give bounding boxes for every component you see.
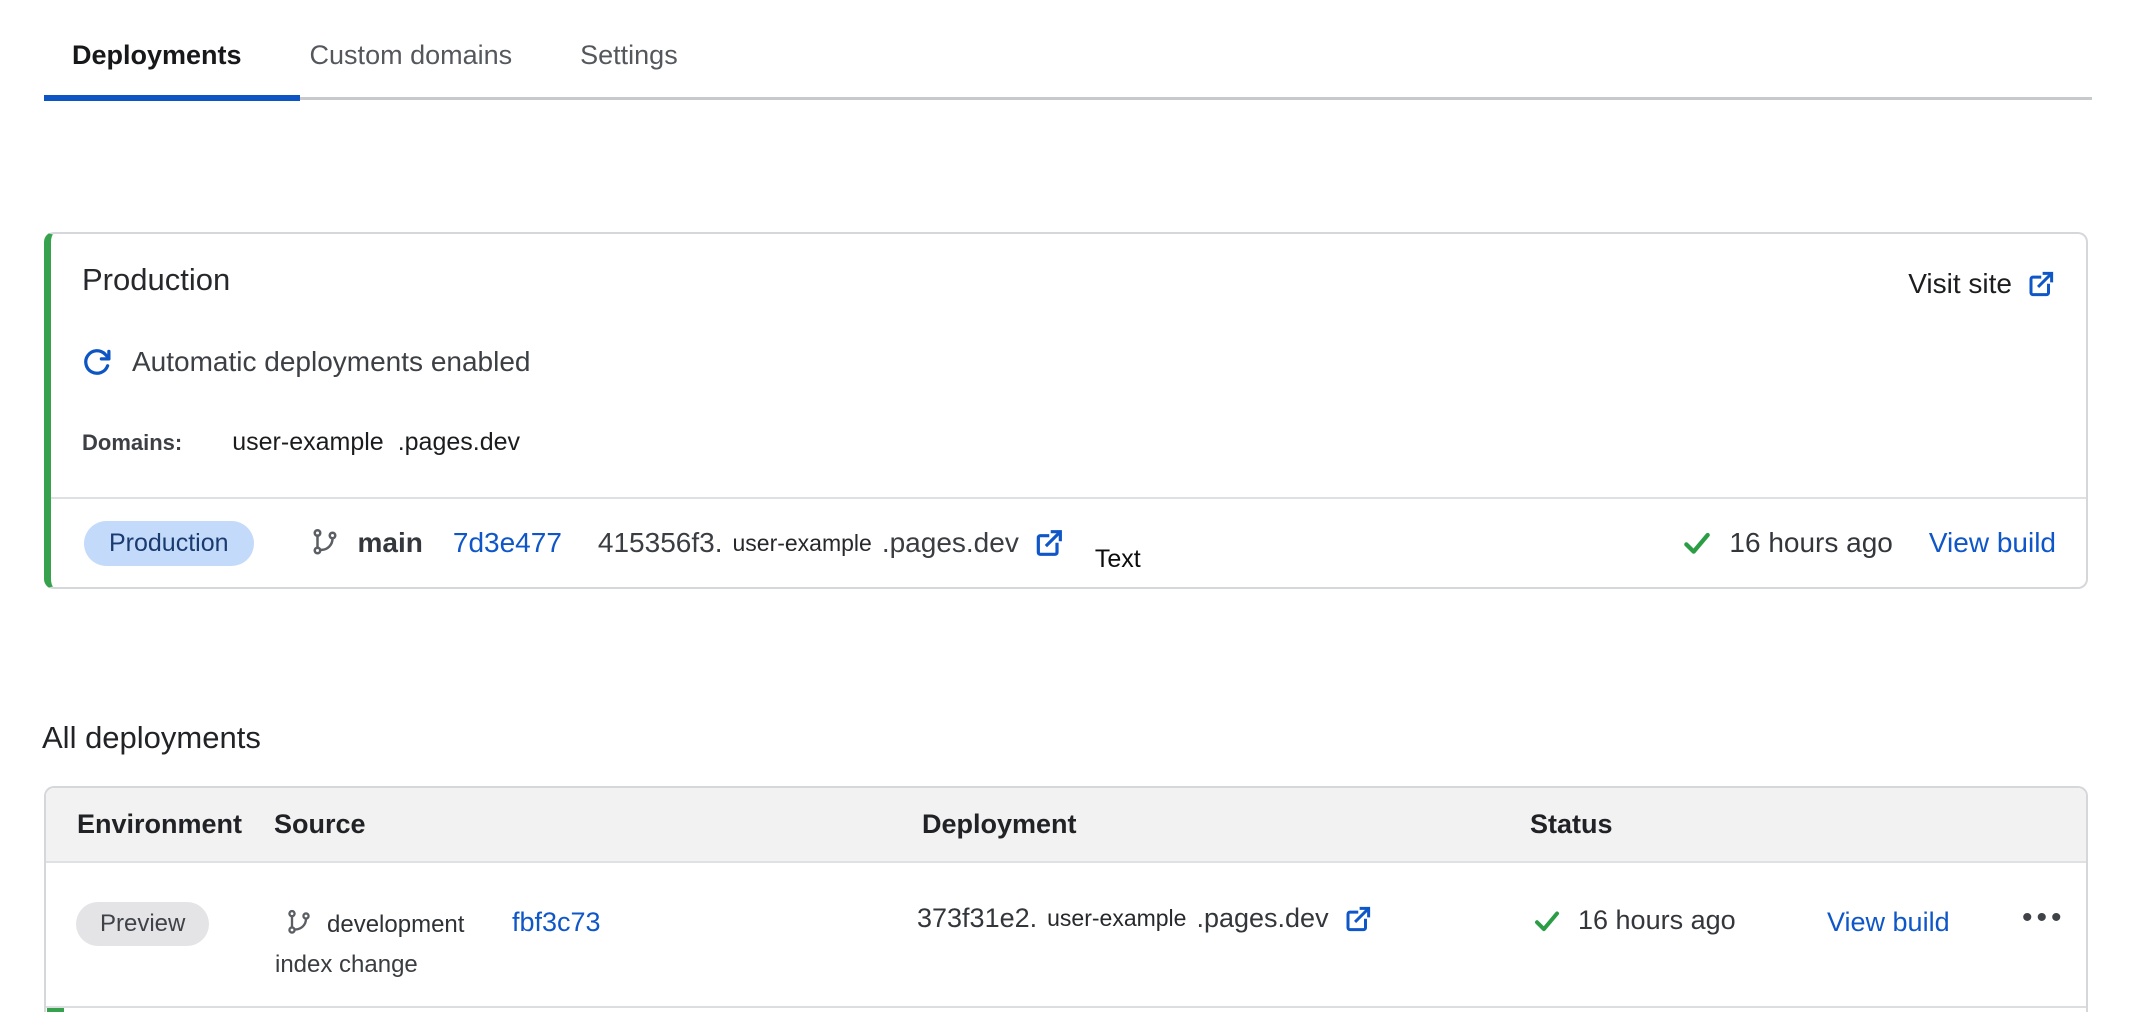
git-branch-icon [310, 528, 340, 558]
tab-custom-domains[interactable]: Custom domains [310, 40, 513, 71]
column-header-deployment: Deployment [922, 788, 1077, 861]
external-link-icon[interactable] [1343, 904, 1373, 934]
production-card: Production Visit site Automatic deployme… [44, 232, 2088, 589]
git-branch-icon [285, 909, 313, 937]
active-tab-indicator [44, 95, 300, 101]
deployment-status: 16 hours ago [1532, 905, 1736, 936]
commit-link[interactable]: 7d3e477 [453, 527, 562, 559]
deployment-hash: 415356f3. [598, 527, 723, 559]
deployment-domain: user-example [1047, 905, 1186, 932]
branch-name: main [358, 527, 423, 559]
tab-settings[interactable]: Settings [580, 40, 678, 71]
domain-suffix: .pages.dev [398, 428, 520, 457]
deployments-table: Environment Source Deployment Status Pre… [44, 786, 2088, 1012]
deployment-url: 373f31e2. user-example .pages.dev [917, 903, 1373, 934]
commit-message: index change [275, 951, 418, 979]
visit-site-label: Visit site [1908, 268, 2012, 300]
check-icon [1532, 906, 1562, 936]
next-row-indicator [47, 1008, 64, 1012]
deployment-suffix: .pages.dev [882, 527, 1019, 559]
row-annotation: Text [1095, 545, 1141, 574]
external-link-icon[interactable] [1033, 527, 1065, 559]
deployment-suffix: .pages.dev [1196, 903, 1328, 934]
column-header-status: Status [1530, 788, 1613, 861]
external-link-icon [2026, 269, 2056, 299]
automatic-deployments-status: Automatic deployments enabled [82, 346, 530, 378]
domains-row: Domains: user-example .pages.dev [82, 428, 520, 457]
environment-badge-production: Production [84, 521, 254, 566]
column-header-environment: Environment [77, 788, 242, 861]
domain-name: user-example [232, 428, 383, 457]
deployment-hash: 373f31e2. [917, 903, 1037, 934]
tab-bar: Deployments Custom domains Settings [72, 40, 678, 71]
view-build-link[interactable]: View build [1929, 527, 2056, 559]
deployment-time: 16 hours ago [1578, 905, 1736, 936]
production-card-title: Production [82, 262, 230, 298]
tab-deployments[interactable]: Deployments [72, 40, 242, 71]
automatic-deployments-text: Automatic deployments enabled [132, 346, 530, 378]
all-deployments-title: All deployments [42, 720, 261, 756]
deployment-domain: user-example [732, 530, 871, 557]
visit-site-link[interactable]: Visit site [1908, 268, 2056, 300]
pages-project-page: Deployments Custom domains Settings Prod… [0, 0, 2132, 1012]
domains-label: Domains: [82, 430, 182, 456]
check-icon [1681, 527, 1713, 559]
ellipsis-menu-icon[interactable]: ••• [2022, 901, 2066, 935]
refresh-icon [82, 347, 112, 377]
column-header-source: Source [274, 788, 366, 861]
environment-badge-preview: Preview [76, 902, 209, 946]
production-deployment-row: Production main 7d3e477 415356f3. user-e… [51, 499, 2086, 587]
table-header: Environment Source Deployment Status [46, 788, 2086, 863]
tab-bar-divider [44, 97, 2092, 100]
branch-name: development [327, 911, 464, 939]
deployment-time: 16 hours ago [1729, 527, 1892, 559]
table-row: Preview development fbf3c73 index change… [46, 863, 2086, 1008]
view-build-link[interactable]: View build [1827, 907, 1950, 938]
commit-link[interactable]: fbf3c73 [512, 907, 601, 938]
